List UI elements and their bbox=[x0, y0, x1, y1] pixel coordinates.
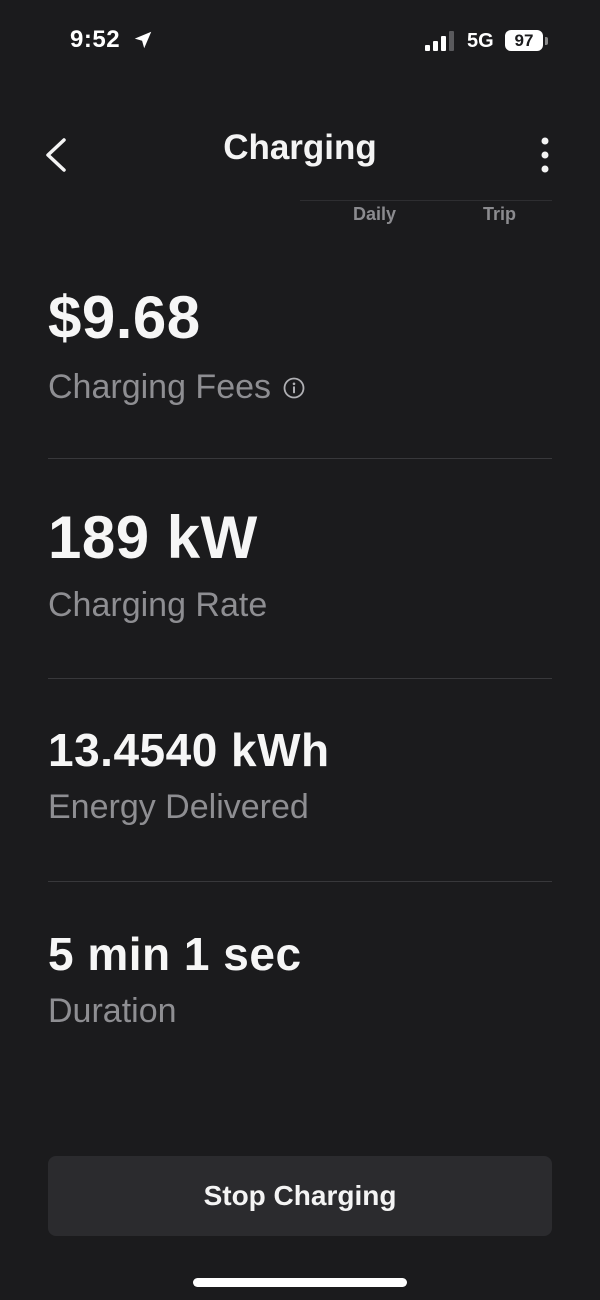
cellular-signal-icon bbox=[425, 31, 454, 51]
battery-tip bbox=[545, 37, 548, 45]
tab-trip[interactable]: Trip bbox=[483, 204, 516, 225]
status-time: 9:52 bbox=[70, 26, 121, 53]
charging-screen: 9:52 5G 97 Charging Daily Trip $9.68 Cha… bbox=[0, 0, 600, 1300]
duration-metric: 5 min 1 sec Duration bbox=[48, 924, 552, 1031]
duration-value: 5 min 1 sec bbox=[48, 928, 302, 980]
charging-fees-value: $9.68 bbox=[48, 284, 201, 351]
page-title: Charging bbox=[223, 128, 377, 167]
tab-daily[interactable]: Daily bbox=[353, 204, 396, 225]
charging-fees-label: Charging Fees bbox=[48, 368, 272, 406]
charging-fees-row: Charging Fees bbox=[48, 368, 552, 407]
energy-delivered-metric: 13.4540 kWh Energy Delivered bbox=[48, 720, 552, 827]
more-options-button[interactable] bbox=[530, 134, 560, 178]
charging-fees-metric: $9.68 Charging Fees bbox=[48, 282, 552, 407]
charging-rate-value: 189 kW bbox=[48, 504, 258, 571]
home-indicator[interactable] bbox=[193, 1278, 407, 1287]
divider bbox=[48, 881, 552, 882]
battery-icon: 97 bbox=[505, 30, 543, 51]
tab-divider bbox=[300, 200, 552, 201]
stop-charging-button[interactable]: Stop Charging bbox=[48, 1156, 552, 1236]
network-type: 5G bbox=[467, 30, 494, 52]
charging-rate-label: Charging Rate bbox=[48, 586, 268, 624]
status-bar: 9:52 5G 97 bbox=[0, 0, 600, 80]
location-arrow-icon bbox=[134, 31, 152, 49]
duration-label: Duration bbox=[48, 992, 177, 1030]
energy-delivered-label: Energy Delivered bbox=[48, 788, 309, 826]
divider bbox=[48, 458, 552, 459]
energy-delivered-value: 13.4540 kWh bbox=[48, 724, 330, 776]
charging-rate-metric: 189 kW Charging Rate bbox=[48, 502, 552, 625]
info-icon[interactable] bbox=[283, 377, 305, 399]
divider bbox=[48, 678, 552, 679]
more-vertical-icon bbox=[541, 137, 549, 173]
